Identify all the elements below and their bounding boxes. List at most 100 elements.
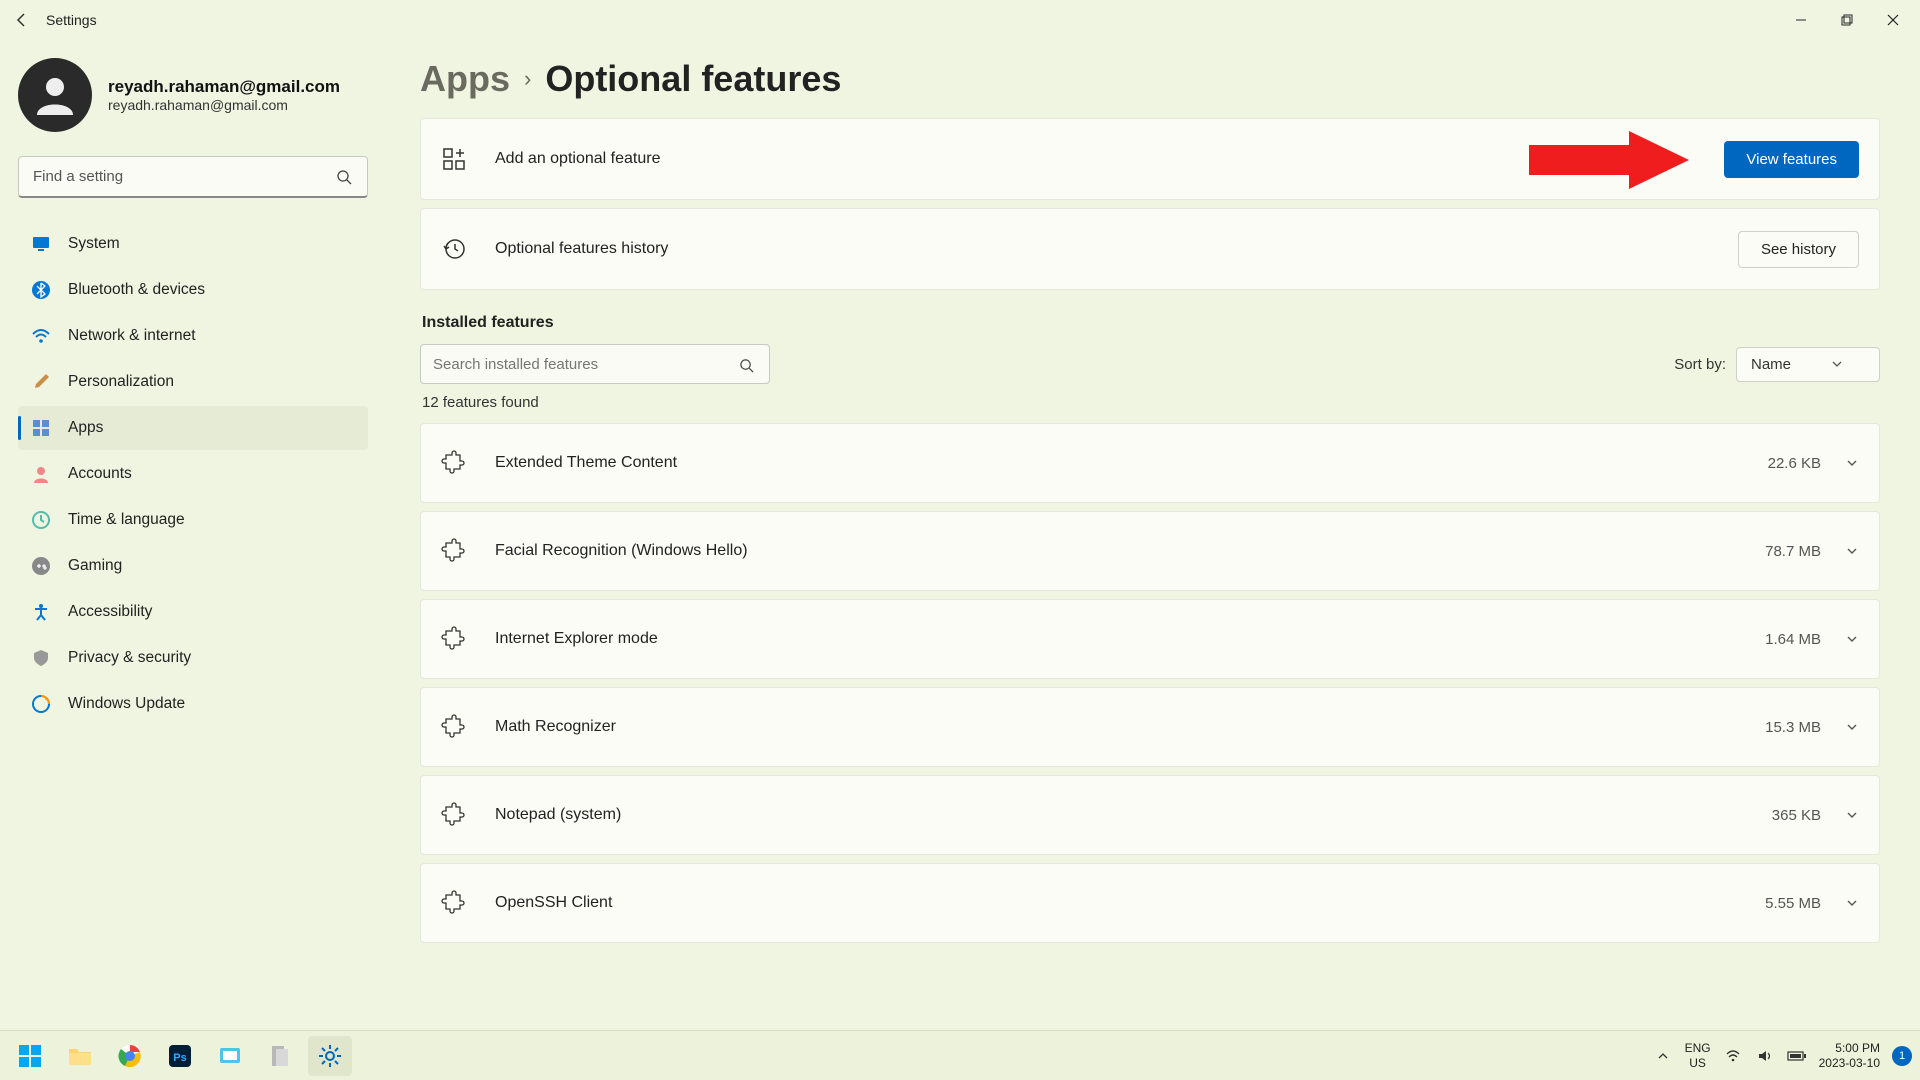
taskbar-photoshop[interactable]: Ps: [158, 1036, 202, 1076]
tray-notification-badge[interactable]: 1: [1892, 1046, 1912, 1066]
minimize-icon: [1795, 14, 1807, 26]
puzzle-icon: [441, 802, 467, 828]
svg-text:Ps: Ps: [173, 1052, 186, 1064]
nav-label: Time & language: [68, 511, 185, 529]
sidebar-item-time[interactable]: Time & language: [18, 498, 368, 542]
minimize-button[interactable]: [1778, 2, 1824, 38]
sidebar-item-network[interactable]: Network & internet: [18, 314, 368, 358]
search-icon[interactable]: [328, 156, 360, 198]
taskbar-chrome[interactable]: [108, 1036, 152, 1076]
nav-label: Personalization: [68, 373, 174, 391]
maximize-button[interactable]: [1824, 2, 1870, 38]
profile[interactable]: reyadh.rahaman@gmail.com reyadh.rahaman@…: [18, 58, 368, 132]
chevron-down-icon: [1845, 456, 1859, 470]
close-icon: [1887, 14, 1899, 26]
accessibility-icon: [30, 601, 52, 623]
feature-size: 78.7 MB: [1765, 543, 1821, 560]
sidebar-item-system[interactable]: System: [18, 222, 368, 266]
update-icon: [30, 693, 52, 715]
features-search: [420, 344, 770, 384]
puzzle-icon: [441, 538, 467, 564]
chevron-down-icon: [1845, 544, 1859, 558]
nav-label: Bluetooth & devices: [68, 281, 205, 299]
see-history-button[interactable]: See history: [1738, 231, 1859, 268]
back-button[interactable]: [4, 2, 40, 38]
sidebar-item-personalization[interactable]: Personalization: [18, 360, 368, 404]
nav-label: Network & internet: [68, 327, 196, 345]
taskbar-app2[interactable]: [258, 1036, 302, 1076]
main-content: Apps › Optional features Add an optional…: [380, 40, 1920, 1030]
wifi-icon: [30, 325, 52, 347]
nav-list: System Bluetooth & devices Network & int…: [18, 222, 368, 726]
tray-wifi-icon[interactable]: [1723, 1046, 1743, 1066]
sidebar-item-apps[interactable]: Apps: [18, 406, 368, 450]
profile-email-secondary: reyadh.rahaman@gmail.com: [108, 97, 340, 113]
feature-name: OpenSSH Client: [495, 894, 1765, 912]
taskbar-app1[interactable]: [208, 1036, 252, 1076]
system-icon: [30, 233, 52, 255]
tray-clock[interactable]: 5:00 PM 2023-03-10: [1819, 1041, 1880, 1070]
maximize-icon: [1841, 14, 1853, 26]
nav-label: Apps: [68, 419, 103, 437]
tray-language[interactable]: ENG US: [1685, 1041, 1711, 1070]
history-label: Optional features history: [495, 240, 1738, 258]
sort-dropdown[interactable]: Name: [1736, 347, 1880, 382]
sidebar-item-accessibility[interactable]: Accessibility: [18, 590, 368, 634]
feature-name: Notepad (system): [495, 806, 1772, 824]
taskbar-start[interactable]: [8, 1036, 52, 1076]
feature-row[interactable]: OpenSSH Client5.55 MB: [420, 863, 1880, 943]
profile-email-primary: reyadh.rahaman@gmail.com: [108, 77, 340, 97]
taskbar-explorer[interactable]: [58, 1036, 102, 1076]
feature-row[interactable]: Notepad (system)365 KB: [420, 775, 1880, 855]
view-features-button[interactable]: View features: [1724, 141, 1859, 178]
feature-size: 1.64 MB: [1765, 631, 1821, 648]
sidebar-item-privacy[interactable]: Privacy & security: [18, 636, 368, 680]
feature-name: Internet Explorer mode: [495, 630, 1765, 648]
nav-label: Accessibility: [68, 603, 152, 621]
history-card: Optional features history See history: [420, 208, 1880, 290]
add-feature-icon: [441, 146, 467, 172]
chevron-down-icon: [1845, 896, 1859, 910]
breadcrumb: Apps › Optional features: [420, 58, 1880, 100]
feature-row[interactable]: Internet Explorer mode1.64 MB: [420, 599, 1880, 679]
add-feature-card: Add an optional feature View features: [420, 118, 1880, 200]
sidebar-search: [18, 156, 368, 198]
feature-list: Extended Theme Content22.6 KBFacial Reco…: [420, 423, 1880, 943]
tray-chevron-up-icon[interactable]: [1653, 1046, 1673, 1066]
sidebar-item-accounts[interactable]: Accounts: [18, 452, 368, 496]
nav-label: Privacy & security: [68, 649, 191, 667]
tray-volume-icon[interactable]: [1755, 1046, 1775, 1066]
search-input[interactable]: [18, 156, 368, 198]
taskbar-settings[interactable]: [308, 1036, 352, 1076]
puzzle-icon: [441, 714, 467, 740]
avatar: [18, 58, 92, 132]
sidebar-item-update[interactable]: Windows Update: [18, 682, 368, 726]
chevron-down-icon: [1845, 632, 1859, 646]
taskbar: Ps ENG US 5:00 PM 2023-03-10 1: [0, 1030, 1920, 1080]
feature-name: Math Recognizer: [495, 718, 1765, 736]
brush-icon: [30, 371, 52, 393]
feature-size: 365 KB: [1772, 807, 1821, 824]
close-button[interactable]: [1870, 2, 1916, 38]
annotation-arrow-icon: [1529, 131, 1689, 189]
breadcrumb-parent[interactable]: Apps: [420, 58, 510, 100]
nav-label: Gaming: [68, 557, 122, 575]
chevron-right-icon: ›: [524, 66, 531, 92]
sidebar-item-gaming[interactable]: Gaming: [18, 544, 368, 588]
sidebar-item-bluetooth[interactable]: Bluetooth & devices: [18, 268, 368, 312]
feature-name: Facial Recognition (Windows Hello): [495, 542, 1765, 560]
sidebar: reyadh.rahaman@gmail.com reyadh.rahaman@…: [0, 40, 380, 1030]
history-icon: [441, 236, 467, 262]
feature-row[interactable]: Extended Theme Content22.6 KB: [420, 423, 1880, 503]
sort-value: Name: [1751, 356, 1791, 373]
feature-size: 15.3 MB: [1765, 719, 1821, 736]
feature-size: 5.55 MB: [1765, 895, 1821, 912]
puzzle-icon: [441, 890, 467, 916]
feature-row[interactable]: Math Recognizer15.3 MB: [420, 687, 1880, 767]
search-icon[interactable]: [730, 344, 762, 386]
puzzle-icon: [441, 626, 467, 652]
chevron-down-icon: [1845, 808, 1859, 822]
tray-battery-icon[interactable]: [1787, 1046, 1807, 1066]
features-search-input[interactable]: [420, 344, 770, 384]
feature-row[interactable]: Facial Recognition (Windows Hello)78.7 M…: [420, 511, 1880, 591]
